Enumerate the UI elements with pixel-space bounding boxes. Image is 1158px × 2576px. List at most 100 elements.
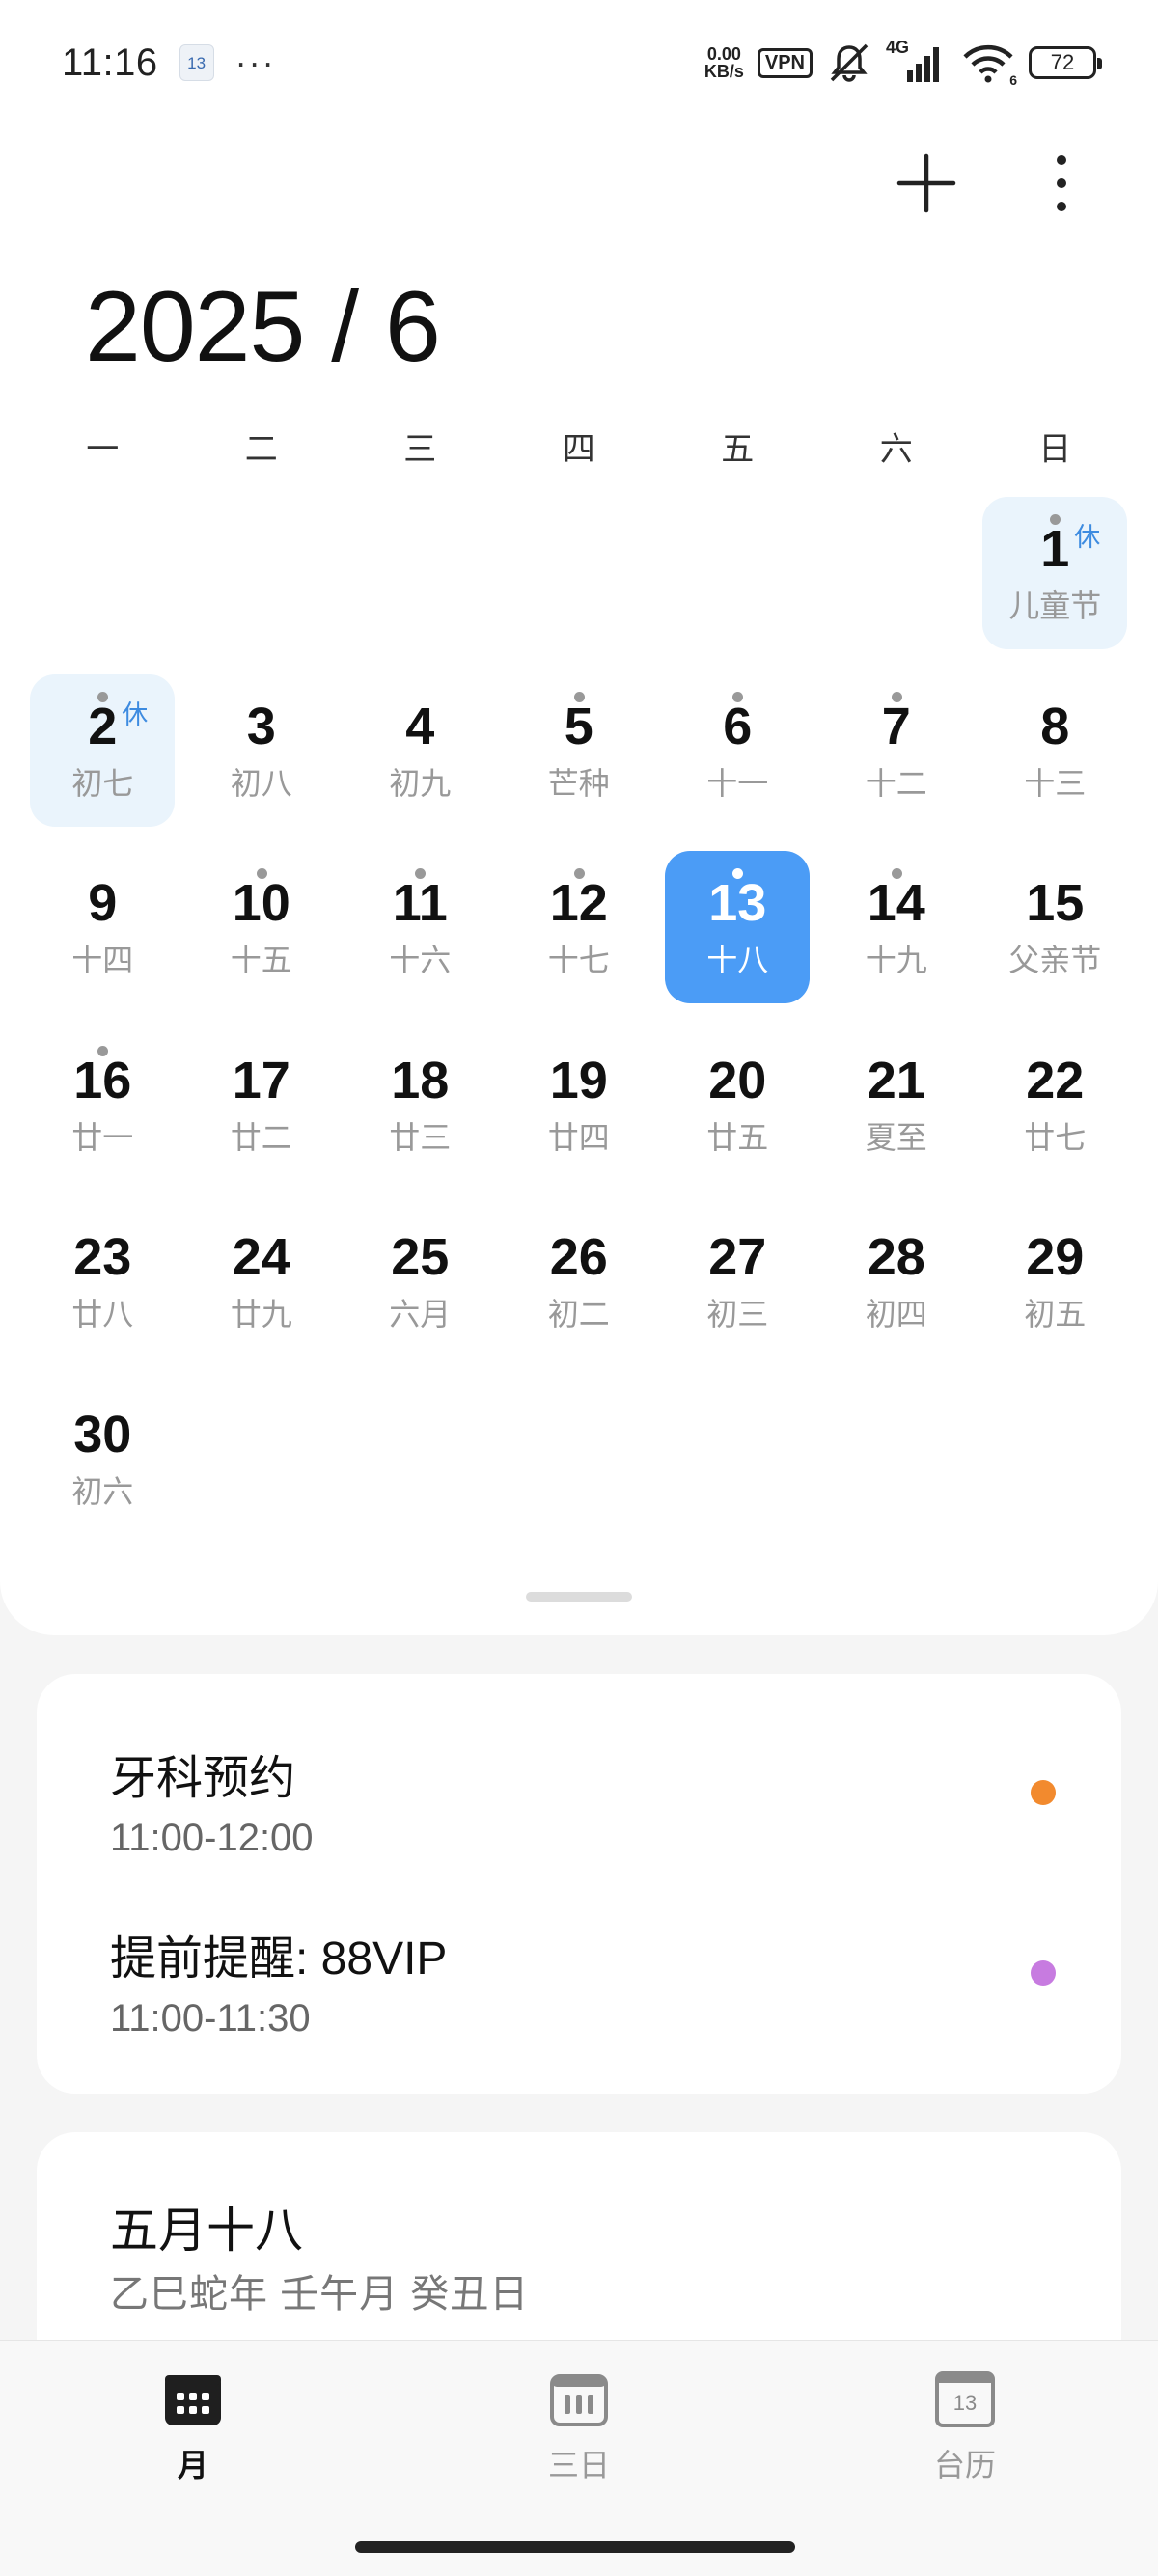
three-day-view-icon [550, 2374, 608, 2426]
day-cell[interactable]: 21 夏至 [824, 1028, 969, 1181]
network-speed-unit: KB/s [703, 62, 744, 81]
lunar-day: 廿五 [706, 1119, 769, 1155]
day-cell-today[interactable]: 13 十八 [665, 851, 811, 1003]
month-title[interactable]: 2025 / 6 [85, 270, 441, 385]
day-number: 29 [1026, 1228, 1085, 1286]
event-item[interactable]: 提前提醒: 88VIP 11:00-11:30 [110, 1920, 1056, 2041]
event-time: 11:00-11:30 [110, 1997, 311, 2040]
lunar-day: 芒种 [547, 765, 610, 801]
day-cell[interactable]: 28 初四 [824, 1205, 969, 1357]
day-cell[interactable]: 15 父亲节 [982, 851, 1127, 1003]
almanac-icon-day: 13 [952, 2391, 978, 2415]
lunar-day: 十五 [230, 943, 292, 977]
lunar-day: 夏至 [865, 1119, 927, 1155]
lunar-day: 六月 [389, 1297, 452, 1331]
weekday-label: 日 [1038, 431, 1072, 468]
event-title: 牙科预约 [110, 1753, 296, 1804]
lunar-day: 初七 [71, 765, 134, 801]
network-type: 4G [886, 38, 910, 57]
event-color-dot [1031, 1960, 1056, 1986]
day-cell[interactable]: 12 十七 [507, 851, 651, 1003]
nav-tab-three-day-label: 三日 [547, 2448, 610, 2482]
day-cell[interactable]: 26 初二 [507, 1205, 651, 1357]
day-number: 23 [73, 1228, 132, 1286]
day-cell[interactable]: 30 初六 [30, 1383, 175, 1535]
day-number: 2 [88, 697, 118, 755]
weekday-label: 二 [244, 431, 278, 468]
day-cell[interactable]: 3 初八 [189, 674, 334, 827]
day-cell[interactable]: 29 初五 [982, 1205, 1127, 1357]
day-cell[interactable]: 25 六月 [347, 1205, 492, 1357]
day-number: 7 [881, 697, 911, 755]
top-actions [888, 145, 1100, 222]
home-indicator[interactable] [355, 2541, 795, 2553]
weekday-label: 五 [721, 431, 755, 468]
day-cell[interactable]: 27 初三 [665, 1205, 810, 1357]
day-cell[interactable]: 19 廿四 [507, 1028, 651, 1181]
day-number: 20 [708, 1051, 767, 1110]
weekday-label: 一 [86, 431, 120, 468]
lunar-day: 十七 [547, 943, 610, 977]
day-cell[interactable]: 休 2 初七 [30, 673, 176, 827]
day-cell[interactable]: 17 廿二 [189, 1028, 334, 1181]
day-number: 6 [723, 697, 753, 755]
day-cell[interactable]: 24 廿九 [189, 1205, 334, 1357]
day-number: 19 [549, 1051, 608, 1110]
day-number: 12 [549, 874, 608, 932]
lunar-day: 初三 [706, 1297, 769, 1331]
day-cell[interactable]: 7 十二 [824, 674, 969, 827]
drag-handle[interactable] [526, 1592, 632, 1602]
lunar-day: 廿三 [389, 1119, 452, 1155]
wifi-standard: 6 [1009, 72, 1017, 88]
day-number: 11 [392, 874, 448, 932]
day-number: 3 [246, 697, 276, 755]
day-cell[interactable]: 10 十五 [189, 851, 334, 1003]
wifi-icon: 6 [961, 41, 1017, 88]
day-cell[interactable]: 18 廿三 [347, 1028, 492, 1181]
lunar-day: 廿九 [230, 1297, 292, 1331]
lunar-day: 十九 [865, 943, 927, 977]
lunar-day: 儿童节 [1008, 589, 1102, 623]
rest-day-badge: 休 [122, 699, 149, 729]
day-number: 17 [232, 1051, 290, 1110]
day-cell[interactable]: 9 十四 [30, 851, 175, 1003]
cell-signal-icon: 4G [886, 38, 948, 84]
day-cell[interactable]: 4 初九 [347, 674, 492, 827]
day-cell[interactable]: 23 廿八 [30, 1205, 175, 1357]
bottom-navigation: 月 三日 13 台历 [0, 2340, 1158, 2576]
event-title: 提前提醒: 88VIP [110, 1933, 448, 1985]
vpn-icon: VPN [757, 47, 813, 78]
battery-level: 72 [1050, 50, 1075, 74]
day-cell[interactable]: 8 十三 [982, 674, 1127, 827]
day-cell[interactable]: 6 十一 [665, 674, 810, 827]
lunar-day: 初九 [389, 765, 452, 801]
plus-icon [896, 153, 956, 213]
nav-tab-three-day[interactable]: 三日 [482, 2371, 676, 2485]
nav-tab-almanac[interactable]: 13 台历 [868, 2371, 1062, 2485]
day-cell[interactable]: 20 廿五 [665, 1028, 810, 1181]
network-speed: 0.00 KB/s [704, 45, 744, 80]
more-options-button[interactable] [1023, 145, 1100, 222]
day-number: 28 [867, 1228, 925, 1286]
lunar-day: 初八 [230, 765, 292, 801]
status-time: 11:16 [62, 41, 158, 84]
day-cell[interactable]: 休 1 儿童节 [982, 497, 1128, 649]
day-cell[interactable]: 5 芒种 [507, 674, 651, 827]
nav-tab-month[interactable]: 月 [96, 2371, 290, 2485]
day-number: 16 [73, 1051, 132, 1110]
mute-vibrate-icon [830, 43, 868, 82]
day-cell[interactable]: 16 廿一 [30, 1028, 175, 1181]
lunar-day: 廿八 [71, 1297, 134, 1331]
day-number: 22 [1026, 1051, 1085, 1110]
lunar-day: 初六 [71, 1473, 134, 1509]
day-cell[interactable]: 11 十六 [347, 851, 492, 1003]
day-number: 24 [232, 1228, 290, 1286]
calendar-notification-icon: 13 [179, 44, 214, 81]
month-calendar-card: 2025 / 6 一二三四五六日 休 1 儿童节休 2 初七 3 初八 4 初九 5 芒种 6 十一 7 十… [0, 125, 1158, 1635]
add-event-button[interactable] [888, 145, 965, 222]
day-cell[interactable]: 14 十九 [824, 851, 969, 1003]
day-cell[interactable]: 22 廿七 [982, 1028, 1127, 1181]
lunar-day: 十二 [865, 765, 927, 801]
calendar-notification-day: 13 [187, 53, 207, 72]
event-item[interactable]: 牙科预约 11:00-12:00 [110, 1740, 1056, 1860]
